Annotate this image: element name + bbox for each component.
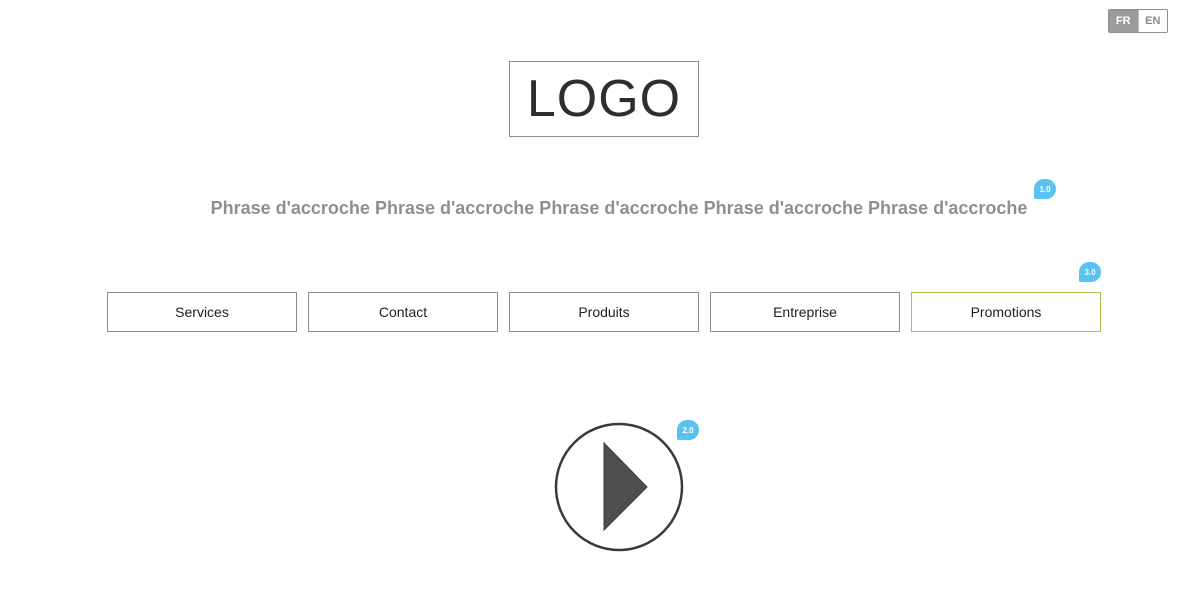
nav-entreprise-button[interactable]: Entreprise: [710, 292, 900, 332]
video-play-button[interactable]: [554, 422, 684, 552]
lang-fr-button[interactable]: FR: [1109, 10, 1138, 32]
nav-contact-button[interactable]: Contact: [308, 292, 498, 332]
nav-services-button[interactable]: Services: [107, 292, 297, 332]
annotation-marker-3: 3.0: [1079, 262, 1101, 282]
tagline: Phrase d'accroche Phrase d'accroche Phra…: [210, 198, 1028, 218]
nav-produits-button[interactable]: Produits: [509, 292, 699, 332]
main-nav: Services Contact Produits Entreprise Pro…: [107, 292, 1102, 332]
logo[interactable]: LOGO: [509, 61, 699, 137]
nav-promotions-button[interactable]: Promotions: [911, 292, 1101, 332]
annotation-marker-1: 1.0: [1034, 179, 1056, 199]
play-icon: [554, 422, 684, 552]
lang-en-button[interactable]: EN: [1137, 10, 1167, 32]
language-switch: FR EN: [1108, 9, 1168, 33]
